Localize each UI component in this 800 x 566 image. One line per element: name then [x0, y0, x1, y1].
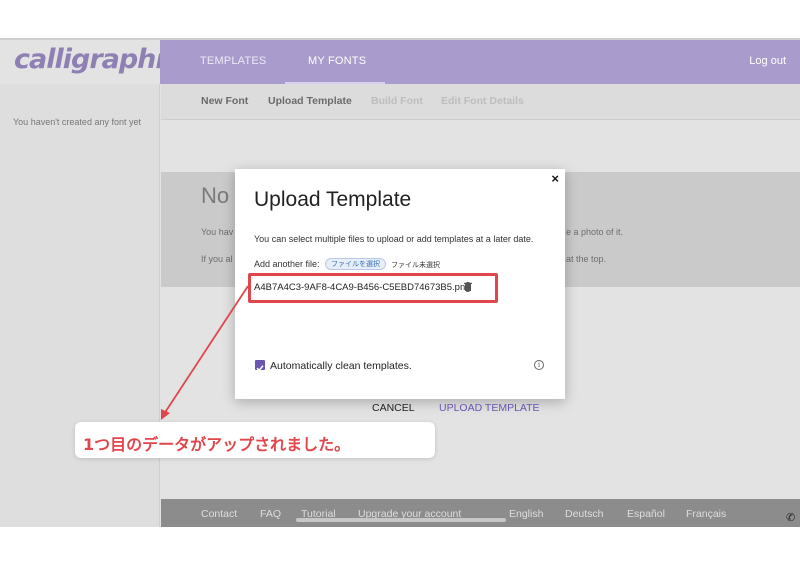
info-icon[interactable]: i	[534, 360, 544, 370]
dialog-description: You can select multiple files to upload …	[254, 234, 534, 244]
annotation-callout: 1つ目のデータがアップされました。	[75, 422, 435, 458]
sidebar-empty-text: You haven't created any font yet	[13, 117, 141, 127]
content-line-2-start: If you al	[201, 254, 233, 264]
logo-area: calligraphr	[0, 40, 169, 84]
file-status-text: ファイル未選択	[391, 262, 440, 269]
checkmark-icon	[256, 365, 264, 372]
auto-clean-checkbox[interactable]	[255, 360, 265, 372]
phone-icon: ✆	[786, 512, 796, 524]
footer-faq[interactable]: FAQ	[260, 508, 281, 520]
content-line-1-end: e a photo of it.	[566, 227, 624, 237]
subnav-edit-font-details[interactable]: Edit Font Details	[441, 95, 524, 107]
logo[interactable]: calligraphr	[14, 44, 169, 75]
subnav-new-font[interactable]: New Font	[201, 95, 248, 107]
upload-template-button[interactable]: UPLOAD TEMPLATE	[439, 402, 540, 414]
nav-my-fonts[interactable]: MY FONTS	[308, 55, 366, 67]
logout-link[interactable]: Log out	[749, 55, 786, 67]
footer-francais[interactable]: Français	[686, 508, 726, 520]
sidebar: You haven't created any font yet	[0, 84, 160, 527]
subnav-upload-template[interactable]: Upload Template	[268, 95, 352, 107]
content-line-2-end: at the top.	[566, 254, 607, 264]
annotation-text: 1つ目のデータがアップされました。	[83, 435, 351, 454]
trash-icon[interactable]	[464, 282, 472, 291]
footer-contact[interactable]: Contact	[201, 508, 237, 520]
content-line-1-start: You hav	[201, 227, 234, 237]
footer-english[interactable]: English	[509, 508, 543, 520]
subnav-build-font[interactable]: Build Font	[371, 95, 423, 107]
close-icon[interactable]: ×	[551, 171, 559, 186]
choose-file-button[interactable]: ファイルを選択	[325, 258, 386, 270]
top-navbar: TEMPLATES MY FONTS Log out	[160, 40, 800, 84]
dialog-title: Upload Template	[254, 188, 412, 211]
file-input-label: Add another file:	[254, 259, 320, 269]
footer-espanol[interactable]: Español	[627, 508, 665, 520]
horizontal-scrollbar[interactable]	[296, 518, 506, 522]
cancel-button[interactable]: CANCEL	[372, 402, 415, 414]
nav-templates[interactable]: TEMPLATES	[200, 55, 266, 67]
auto-clean-label: Automatically clean templates.	[270, 360, 412, 372]
uploaded-file-name: A4B7A4C3-9AF8-4CA9-B456-C5EBD74673B5.png	[254, 282, 471, 293]
page-heading: No	[201, 183, 230, 208]
footer-deutsch[interactable]: Deutsch	[565, 508, 604, 520]
